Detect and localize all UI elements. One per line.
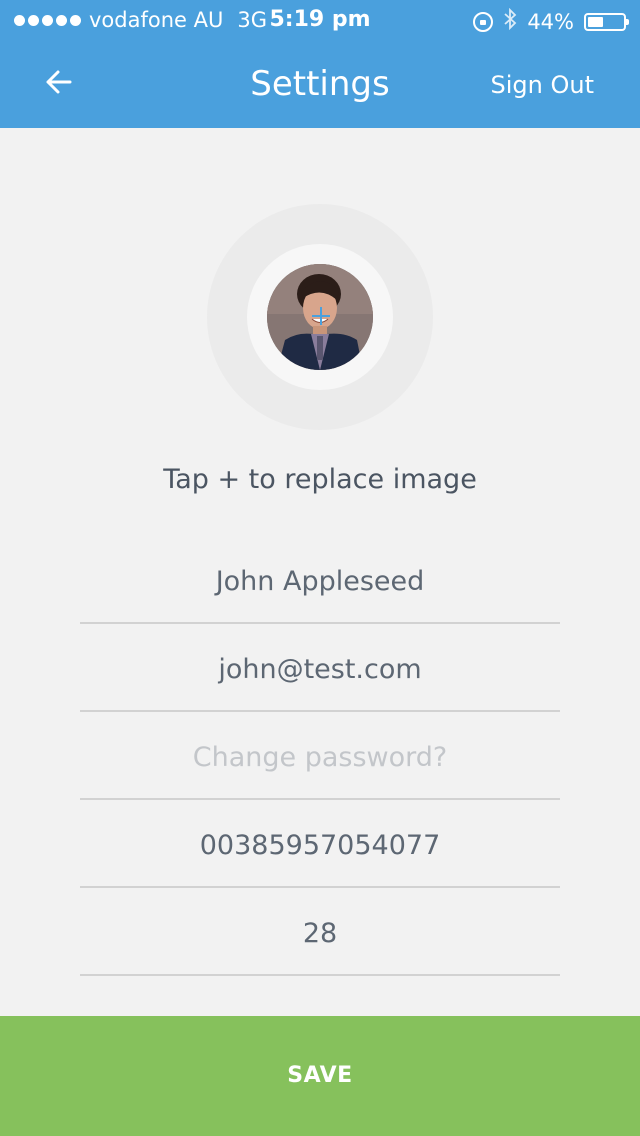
email-field[interactable]: john@test.com [80,624,560,712]
phone-field[interactable]: 00385957054077 [80,800,560,888]
name-field[interactable]: John Appleseed [80,536,560,624]
save-button[interactable]: SAVE [0,1016,640,1136]
sign-out-button[interactable]: Sign Out [491,71,595,99]
avatar-ring-inner [247,244,393,390]
age-field[interactable]: 28 [80,888,560,976]
email-value: john@test.com [218,654,422,685]
avatar[interactable] [267,264,373,370]
battery-icon [584,12,629,31]
password-field[interactable]: Change password? [80,712,560,800]
battery-percent: 44% [527,9,574,34]
status-bar: vodafone AU 3G 5:19 pm 44% [0,0,640,40]
age-value: 28 [302,918,338,949]
rotation-lock-icon [473,11,494,32]
nav-bar: Settings Sign Out [0,40,640,128]
plus-icon[interactable] [310,305,332,327]
phone-value: 00385957054077 [199,830,441,861]
name-value: John Appleseed [215,566,425,597]
replace-image-hint: Tap + to replace image [163,464,477,495]
password-placeholder: Change password? [192,742,448,773]
bluetooth-icon [503,7,517,35]
avatar-ring [207,204,433,430]
